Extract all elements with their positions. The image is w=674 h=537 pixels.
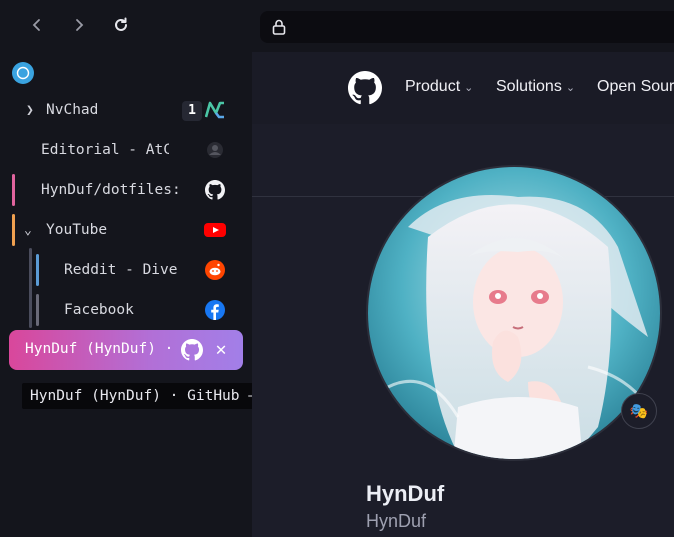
github-logo-icon[interactable] [348, 71, 382, 105]
github-icon [204, 179, 226, 201]
browser-toolbar [0, 0, 674, 52]
menu-open-source[interactable]: Open Source [597, 78, 674, 96]
tree-line [29, 248, 32, 328]
url-bar[interactable] [260, 11, 674, 43]
tab-group-accent [36, 294, 39, 326]
chevron-right-icon [76, 19, 84, 31]
tab-group-accent [12, 174, 15, 206]
workspace-icon[interactable] [12, 62, 34, 84]
reload-icon [115, 17, 127, 31]
profile-username: HynDuf [366, 511, 427, 531]
tab-facebook[interactable]: Facebook [64, 292, 226, 328]
menu-solutions[interactable]: Solutions ⌄ [496, 78, 575, 96]
avatar[interactable] [366, 165, 662, 461]
facebook-icon [204, 299, 226, 321]
tab-title: NvChad [46, 102, 99, 118]
tab-title: Facebook [64, 302, 134, 318]
theater-masks-icon: 🎭 [629, 402, 649, 420]
reload-button[interactable] [108, 12, 134, 38]
github-header: Product⌄ Solutions⌄ Open Source [252, 52, 674, 124]
tab-group-accent [12, 214, 15, 246]
chevron-right-icon: ❯ [26, 102, 34, 118]
profile-display-name: HynDuf [366, 481, 445, 506]
forward-button[interactable] [66, 12, 92, 38]
tab-reddit[interactable]: Reddit - Dive into anything [64, 252, 226, 288]
tab-title: Editorial - AtCoder [41, 142, 169, 158]
web-content: Product⌄ Solutions⌄ Open Source [252, 52, 674, 537]
avatar-image [368, 167, 660, 459]
close-tab-button[interactable]: ✕ [209, 338, 233, 362]
chevron-down-icon: ⌄ [24, 222, 32, 238]
tab-count-badge: 1 [182, 101, 202, 121]
chevron-down-icon: ⌄ [565, 82, 576, 94]
status-emoji-button[interactable]: 🎭 [621, 393, 657, 429]
compass-icon [16, 66, 30, 80]
nvchad-icon [204, 99, 226, 121]
tab-group-accent [36, 254, 39, 286]
tab-title: HynDuf (HynDuf) · GitHub [25, 341, 175, 357]
reddit-icon [204, 259, 226, 281]
tab-sidebar: ❯ NvChad 1 Editorial - AtCoder HynDuf/do… [0, 52, 252, 537]
youtube-icon [204, 219, 226, 241]
tab-title: Reddit - Dive into anything [64, 262, 186, 278]
back-button[interactable] [24, 12, 50, 38]
chevron-down-icon: ⌄ [464, 82, 474, 94]
github-icon [181, 339, 203, 361]
lock-icon [272, 19, 286, 35]
tab-atcoder[interactable]: Editorial - AtCoder [41, 132, 226, 168]
tab-title: HynDuf/dotfiles: [41, 182, 181, 198]
tab-youtube[interactable]: ⌄ YouTube [24, 212, 226, 248]
tab-active-github[interactable]: HynDuf (HynDuf) · GitHub ✕ [9, 330, 243, 370]
chevron-left-icon [32, 19, 40, 31]
tab-dotfiles[interactable]: HynDuf/dotfiles: [41, 172, 226, 208]
atcoder-icon [204, 139, 226, 161]
menu-product[interactable]: Product ⌄ [405, 78, 473, 96]
tab-title: YouTube [46, 222, 108, 238]
